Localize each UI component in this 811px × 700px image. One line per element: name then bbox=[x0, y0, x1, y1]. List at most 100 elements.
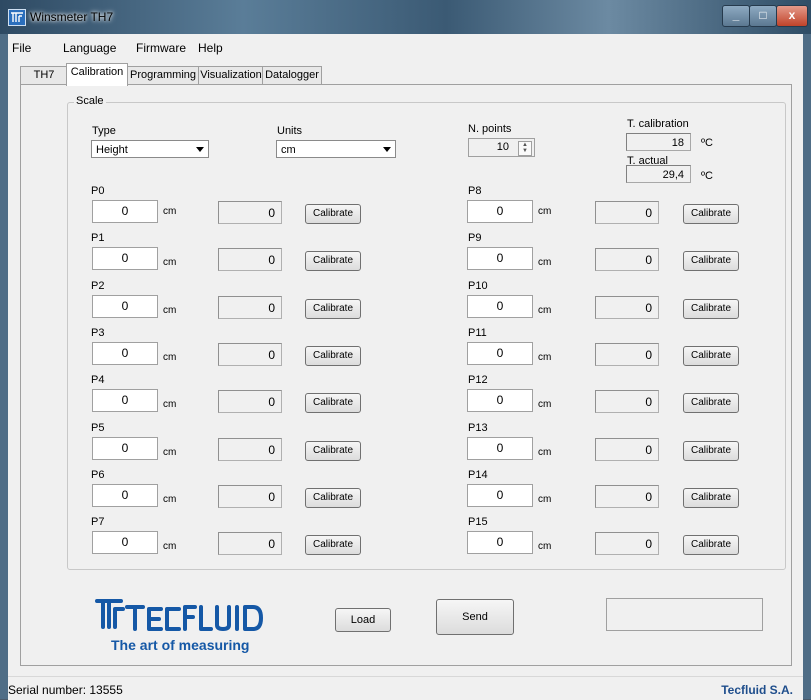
tcal-unit: ºC bbox=[701, 137, 713, 149]
calibrate-button-p14[interactable]: Calibrate bbox=[683, 487, 739, 508]
scale-group-label: Scale bbox=[74, 95, 106, 107]
point-unit-p11: cm bbox=[538, 351, 552, 363]
point-input-p6[interactable]: 0 bbox=[92, 483, 158, 507]
spinner-arrows-icon[interactable]: ▲ ▼ bbox=[518, 141, 532, 156]
point-input-p12[interactable]: 0 bbox=[467, 389, 533, 413]
point-label-p5: P5 bbox=[91, 421, 105, 434]
point-input-p14[interactable]: 0 bbox=[467, 483, 533, 507]
menu-help[interactable]: Help bbox=[198, 41, 223, 55]
point-reading-p1: 0 bbox=[218, 248, 282, 272]
tab-calibration[interactable]: Calibration bbox=[66, 63, 128, 86]
point-reading-p0: 0 bbox=[218, 201, 282, 224]
point-unit-p8: cm bbox=[538, 206, 552, 217]
load-button[interactable]: Load bbox=[335, 608, 391, 632]
type-label: Type bbox=[92, 125, 116, 137]
point-unit-p10: cm bbox=[538, 304, 552, 316]
app-window: Winsmeter TH7 _ □ x File Language Firmwa… bbox=[0, 0, 811, 700]
calibrate-button-p6[interactable]: Calibrate bbox=[305, 487, 361, 508]
point-input-p8[interactable]: 0 bbox=[467, 200, 533, 223]
calibrate-button-p0[interactable]: Calibrate bbox=[305, 204, 361, 224]
point-label-p6: P6 bbox=[91, 468, 105, 481]
point-input-p10[interactable]: 0 bbox=[467, 294, 533, 318]
point-input-p1[interactable]: 0 bbox=[92, 247, 158, 271]
calibrate-button-p3[interactable]: Calibrate bbox=[305, 345, 361, 366]
menu-firmware[interactable]: Firmware bbox=[136, 41, 186, 55]
window-title: Winsmeter TH7 bbox=[30, 10, 114, 24]
point-reading-p2: 0 bbox=[218, 295, 282, 319]
point-input-p11[interactable]: 0 bbox=[467, 341, 533, 365]
tab-visualization[interactable]: Visualization bbox=[198, 66, 264, 85]
type-select[interactable]: Height bbox=[91, 140, 209, 158]
calibrate-button-p13[interactable]: Calibrate bbox=[683, 440, 739, 461]
point-reading-p5: 0 bbox=[218, 437, 282, 461]
app-icon bbox=[8, 9, 26, 26]
maximize-button[interactable]: □ bbox=[749, 5, 777, 27]
point-reading-p12: 0 bbox=[595, 390, 659, 414]
tcal-value: 18 bbox=[626, 133, 691, 151]
point-unit-p2: cm bbox=[163, 304, 177, 316]
calibrate-button-p1[interactable]: Calibrate bbox=[305, 251, 361, 272]
point-unit-p3: cm bbox=[163, 351, 177, 363]
minimize-button[interactable]: _ bbox=[722, 5, 750, 27]
point-input-p15[interactable]: 0 bbox=[467, 531, 533, 555]
menu-file[interactable]: File bbox=[12, 41, 31, 55]
title-bar[interactable]: Winsmeter TH7 _ □ x bbox=[0, 0, 811, 34]
calibrate-button-p10[interactable]: Calibrate bbox=[683, 298, 739, 319]
point-input-p5[interactable]: 0 bbox=[92, 436, 158, 460]
company-name: Tecfluid S.A. bbox=[721, 683, 793, 697]
point-input-p2[interactable]: 0 bbox=[92, 294, 158, 318]
point-input-p0[interactable]: 0 bbox=[92, 200, 158, 223]
point-unit-p15: cm bbox=[538, 541, 552, 553]
calibrate-button-p7[interactable]: Calibrate bbox=[305, 535, 361, 556]
calibrate-button-p4[interactable]: Calibrate bbox=[305, 393, 361, 414]
close-button[interactable]: x bbox=[776, 5, 808, 27]
point-label-p1: P1 bbox=[91, 232, 105, 245]
calibrate-button-p9[interactable]: Calibrate bbox=[683, 251, 739, 272]
window-frame-left bbox=[0, 34, 8, 699]
send-button[interactable]: Send bbox=[436, 599, 514, 635]
point-label-p9: P9 bbox=[468, 232, 482, 245]
window-frame-right bbox=[803, 34, 811, 699]
point-reading-p15: 0 bbox=[595, 532, 659, 556]
tab-programming[interactable]: Programming bbox=[126, 66, 200, 85]
tab-th7[interactable]: TH7 bbox=[20, 66, 68, 85]
point-reading-p8: 0 bbox=[595, 201, 659, 224]
point-input-p9[interactable]: 0 bbox=[467, 247, 533, 271]
calibrate-button-p12[interactable]: Calibrate bbox=[683, 393, 739, 414]
menu-language[interactable]: Language bbox=[63, 41, 116, 55]
point-reading-p13: 0 bbox=[595, 437, 659, 461]
chevron-down-icon bbox=[196, 147, 204, 152]
point-input-p4[interactable]: 0 bbox=[92, 389, 158, 413]
calibrate-button-p15[interactable]: Calibrate bbox=[683, 535, 739, 556]
point-input-p7[interactable]: 0 bbox=[92, 531, 158, 555]
calibrate-button-p2[interactable]: Calibrate bbox=[305, 298, 361, 319]
point-input-p13[interactable]: 0 bbox=[467, 436, 533, 460]
point-label-p0: P0 bbox=[91, 185, 105, 197]
point-unit-p7: cm bbox=[163, 541, 177, 553]
point-label-p11: P11 bbox=[468, 326, 487, 339]
npoints-value: 10 bbox=[496, 141, 509, 153]
serial-number: Serial number: 13555 bbox=[8, 683, 123, 697]
point-input-p3[interactable]: 0 bbox=[92, 341, 158, 365]
point-unit-p14: cm bbox=[538, 493, 552, 505]
status-bar: Serial number: 13555 Tecfluid S.A. bbox=[8, 676, 803, 700]
point-unit-p13: cm bbox=[538, 446, 552, 458]
point-reading-p9: 0 bbox=[595, 248, 659, 272]
npoints-spinner[interactable]: 10 ▲ ▼ bbox=[468, 138, 535, 157]
point-reading-p4: 0 bbox=[218, 390, 282, 414]
point-label-p14: P14 bbox=[468, 468, 488, 481]
units-select[interactable]: cm bbox=[276, 140, 396, 158]
tab-datalogger[interactable]: Datalogger bbox=[262, 66, 322, 85]
point-unit-p6: cm bbox=[163, 493, 177, 505]
point-unit-p4: cm bbox=[163, 399, 177, 411]
point-label-p2: P2 bbox=[91, 279, 105, 292]
point-unit-p5: cm bbox=[163, 446, 177, 458]
logo-tagline: The art of measuring bbox=[111, 637, 250, 653]
calibrate-button-p11[interactable]: Calibrate bbox=[683, 345, 739, 366]
calibrate-button-p8[interactable]: Calibrate bbox=[683, 204, 739, 224]
point-reading-p10: 0 bbox=[595, 295, 659, 319]
calibrate-button-p5[interactable]: Calibrate bbox=[305, 440, 361, 461]
point-label-p4: P4 bbox=[91, 374, 105, 387]
point-unit-p12: cm bbox=[538, 399, 552, 411]
point-reading-p11: 0 bbox=[595, 342, 659, 366]
